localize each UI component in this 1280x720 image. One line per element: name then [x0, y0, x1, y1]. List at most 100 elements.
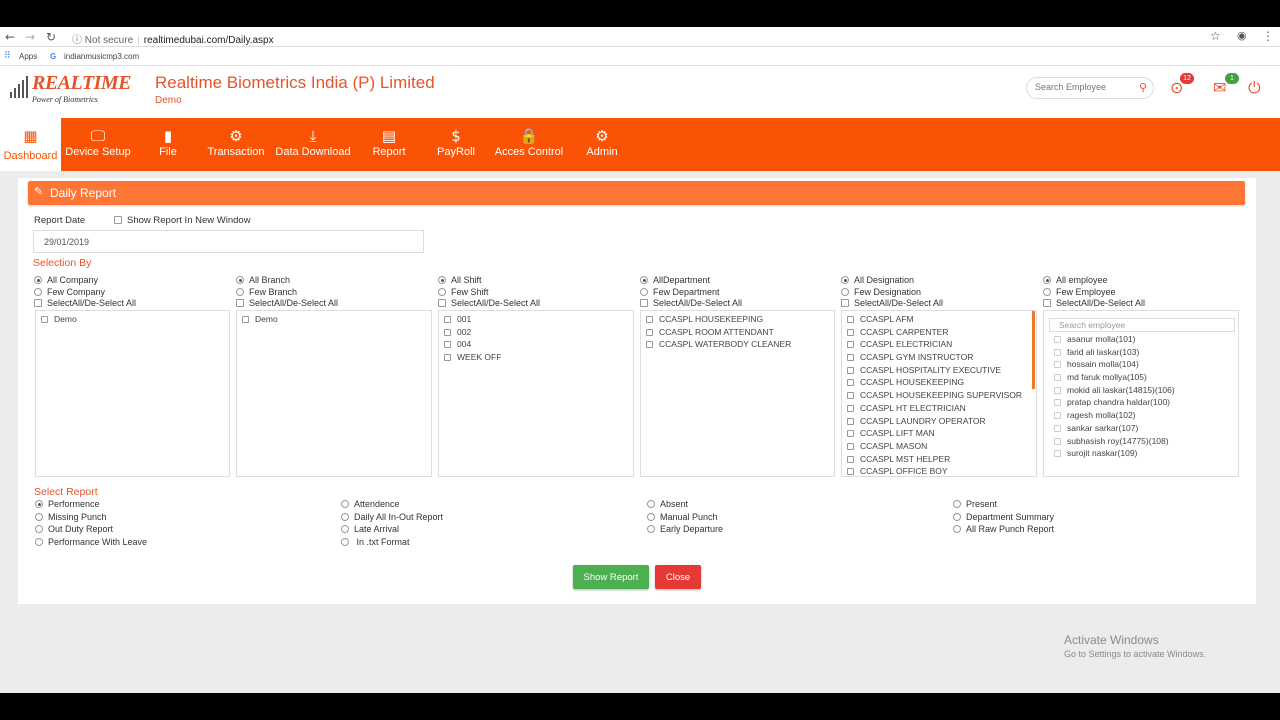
report-radio[interactable]: Attendence [341, 499, 443, 512]
list-item[interactable]: CCASPL WATERBODY CLEANER [641, 339, 834, 352]
all-branch-radio[interactable]: All Branch [236, 275, 432, 287]
report-radio[interactable]: Out Duty Report [35, 524, 147, 537]
few-shift-radio[interactable]: Few Shift [438, 287, 634, 299]
list-item[interactable]: CCASPL OFFICE BOY [842, 466, 1036, 476]
report-radio[interactable]: Performence [35, 499, 147, 512]
all-designation-radio[interactable]: All Designation [841, 275, 1037, 287]
bookmark-apps[interactable]: Apps [19, 52, 37, 61]
list-item[interactable]: farid ali laskar(103) [1049, 347, 1175, 360]
report-radio[interactable]: Department Summary [953, 512, 1054, 525]
dashboard-icon: ▦ [23, 127, 38, 145]
power-icon[interactable]: ⏻ [1248, 78, 1261, 98]
forward-arrow-icon[interactable]: → [25, 30, 35, 44]
apps-icon[interactable]: ⠿ [4, 50, 11, 61]
designation-selectall[interactable]: SelectAll/De-Select All [841, 298, 1037, 310]
few-company-radio[interactable]: Few Company [34, 287, 230, 299]
list-item[interactable]: CCASPL LAUNDRY OPERATOR [842, 416, 1036, 429]
report-radio[interactable]: Present [953, 499, 1054, 512]
security-status: Not secure [84, 35, 134, 46]
nav-file[interactable]: ▮ File [148, 118, 188, 171]
mail-icon[interactable]: ✉ 1 [1213, 73, 1239, 97]
few-employee-radio[interactable]: Few Employee [1043, 287, 1239, 299]
back-arrow-icon[interactable]: ← [5, 30, 15, 44]
selection-by-title: Selection By [33, 257, 92, 269]
list-item[interactable]: asanur molla(101) [1049, 334, 1175, 347]
report-radio[interactable]: Manual Punch [647, 512, 723, 525]
designation-scrollbar[interactable] [1032, 311, 1035, 389]
bookmark-indianmusic[interactable]: indianmusicmp3.com [64, 52, 139, 61]
report-radio[interactable]: Absent [647, 499, 723, 512]
few-branch-radio[interactable]: Few Branch [236, 287, 432, 299]
list-item[interactable]: ragesh molla(102) [1049, 410, 1175, 423]
extension-icon[interactable]: ◉ [1237, 29, 1247, 42]
nav-transaction[interactable]: ⚙ Transaction [204, 118, 268, 171]
all-employee-radio[interactable]: All employee [1043, 275, 1239, 287]
list-item[interactable]: 002 [439, 327, 633, 340]
list-item[interactable]: Demo [237, 314, 431, 327]
search-employee-input[interactable] [1035, 82, 1131, 92]
list-item[interactable]: md faruk mollya(105) [1049, 372, 1175, 385]
report-radio[interactable]: Performance With Leave [35, 537, 147, 550]
nav-dashboard[interactable]: ▦ Dashboard [0, 118, 61, 171]
list-item[interactable]: CCASPL AFM [842, 314, 1036, 327]
shift-list: 001 002 004 WEEK OFF [438, 310, 634, 477]
report-radio[interactable]: Early Departure [647, 524, 723, 537]
nav-admin[interactable]: ⚙ Admin [582, 118, 622, 171]
reload-icon[interactable]: ↻ [46, 30, 56, 44]
nav-acces-control[interactable]: 🔒 Acces Control [493, 118, 565, 171]
list-item[interactable]: surojit naskar(109) [1049, 448, 1175, 461]
list-item[interactable]: 001 [439, 314, 633, 327]
list-item[interactable]: Demo [36, 314, 229, 327]
report-date-input[interactable]: 29/01/2019 [33, 230, 424, 253]
list-item[interactable]: CCASPL HT ELECTRICIAN [842, 403, 1036, 416]
shift-selectall[interactable]: SelectAll/De-Select All [438, 298, 634, 310]
list-item[interactable]: WEEK OFF [439, 352, 633, 365]
show-report-button[interactable]: Show Report [573, 565, 649, 589]
employee-options: All employee Few Employee SelectAll/De-S… [1043, 275, 1239, 310]
list-item[interactable]: CCASPL ELECTRICIAN [842, 339, 1036, 352]
close-button[interactable]: Close [655, 565, 701, 589]
new-window-checkbox[interactable]: Show Report In New Window [114, 215, 251, 226]
list-item[interactable]: subhasish roy(14775)(108) [1049, 436, 1175, 449]
list-item[interactable]: CCASPL HOUSEKEEPING SUPERVISOR [842, 390, 1036, 403]
report-radio[interactable]: Daily All In-Out Report [341, 512, 443, 525]
all-shift-radio[interactable]: All Shift [438, 275, 634, 287]
list-item[interactable]: CCASPL ROOM ATTENDANT [641, 327, 834, 340]
list-item[interactable]: mokid ali laskar(14815)(106) [1049, 385, 1175, 398]
nav-data-download[interactable]: ⤓ Data Download [274, 118, 352, 171]
list-item[interactable]: CCASPL HOSPITALITY EXECUTIVE [842, 365, 1036, 378]
branch-selectall[interactable]: SelectAll/De-Select All [236, 298, 432, 310]
all-company-radio[interactable]: All Company [34, 275, 230, 287]
star-icon[interactable]: ☆ [1210, 29, 1221, 43]
list-item[interactable]: sankar sarkar(107) [1049, 423, 1175, 436]
employee-selectall[interactable]: SelectAll/De-Select All [1043, 298, 1239, 310]
list-item[interactable]: 004 [439, 339, 633, 352]
list-item[interactable]: CCASPL CARPENTER [842, 327, 1036, 340]
list-item[interactable]: CCASPL LIFT MAN [842, 428, 1036, 441]
report-radio[interactable]: All Raw Punch Report [953, 524, 1054, 537]
employee-search-input[interactable]: Search employee [1049, 318, 1235, 332]
search-icon[interactable]: ⚲ [1139, 81, 1147, 94]
url-field[interactable]: ⓘ Not secure | realtimedubai.com/Daily.asp… [72, 31, 274, 46]
list-item[interactable]: CCASPL HOUSEKEEPING [641, 314, 834, 327]
nav-report[interactable]: ▤ Report [367, 118, 411, 171]
company-selectall[interactable]: SelectAll/De-Select All [34, 298, 230, 310]
list-item[interactable]: CCASPL GYM INSTRUCTOR [842, 352, 1036, 365]
few-department-radio[interactable]: Few Department [640, 287, 836, 299]
list-item[interactable]: hossain molla(104) [1049, 359, 1175, 372]
search-employee[interactable]: ⚲ [1026, 77, 1154, 99]
report-radio[interactable]: In .txt Format [341, 537, 443, 550]
few-designation-radio[interactable]: Few Designation [841, 287, 1037, 299]
report-radio[interactable]: Late Arrival [341, 524, 443, 537]
report-radio[interactable]: Missing Punch [35, 512, 147, 525]
list-item[interactable]: CCASPL MST HELPER [842, 454, 1036, 467]
list-item[interactable]: CCASPL MASON [842, 441, 1036, 454]
list-item[interactable]: CCASPL HOUSEKEEPING [842, 377, 1036, 390]
list-item[interactable]: pratap chandra haldar(100) [1049, 397, 1175, 410]
menu-icon[interactable]: ⋮ [1262, 29, 1274, 43]
department-selectall[interactable]: SelectAll/De-Select All [640, 298, 836, 310]
location-icon[interactable]: ⊙ 12 [1170, 73, 1194, 97]
nav-device-setup[interactable]: 🖵 Device Setup [62, 118, 134, 171]
all-department-radio[interactable]: AllDepartment [640, 275, 836, 287]
nav-payroll[interactable]: $ PayRoll [433, 118, 479, 171]
